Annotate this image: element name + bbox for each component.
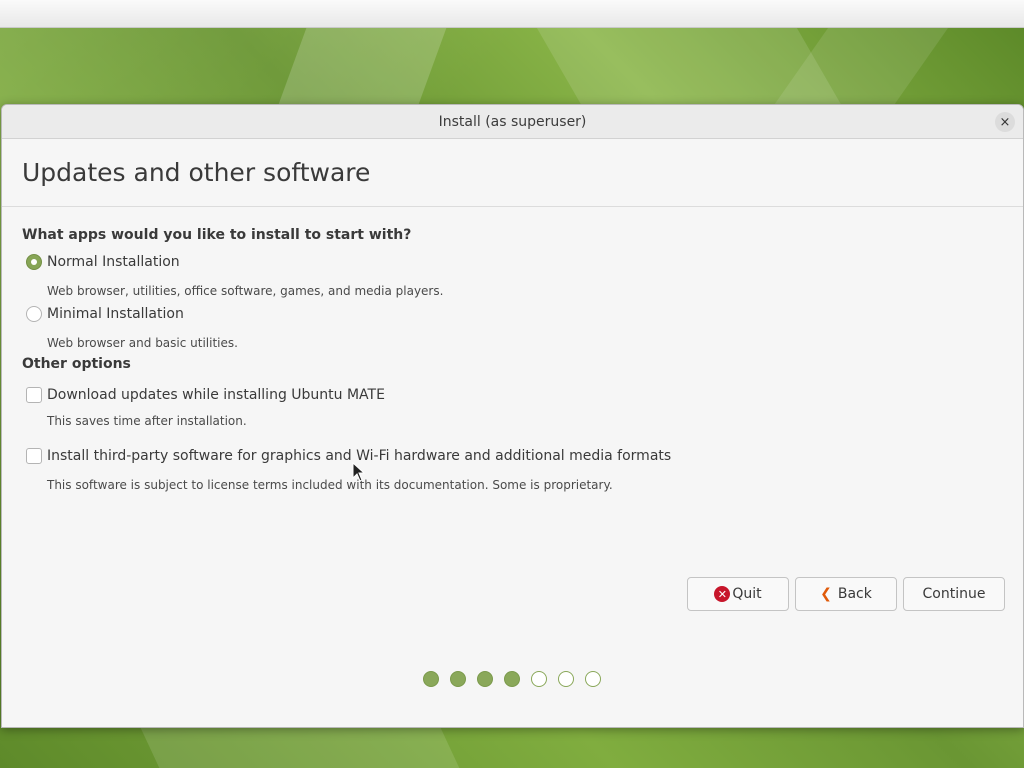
minimal-installation-radio[interactable] (26, 306, 42, 322)
progress-dots (423, 671, 601, 687)
quit-button-label: Quit (732, 586, 762, 602)
wallpaper-shape (140, 728, 460, 768)
back-button-label: Back (837, 586, 872, 602)
close-icon[interactable]: × (995, 112, 1015, 132)
download-updates-option[interactable]: Download updates while installing Ubuntu… (26, 387, 385, 403)
download-updates-checkbox[interactable] (26, 387, 42, 403)
minimal-installation-option[interactable]: Minimal Installation (26, 306, 184, 322)
download-updates-description: This saves time after installation. (47, 414, 247, 428)
top-panel (0, 0, 1024, 28)
progress-step-dot (477, 671, 493, 687)
minimal-installation-label[interactable]: Minimal Installation (47, 306, 184, 322)
download-updates-label[interactable]: Download updates while installing Ubuntu… (47, 387, 385, 403)
quit-icon: ✕ (714, 586, 731, 602)
normal-installation-label[interactable]: Normal Installation (47, 254, 180, 270)
progress-step-dot (531, 671, 547, 687)
mouse-cursor-icon (352, 462, 366, 482)
third-party-software-checkbox[interactable] (26, 448, 42, 464)
normal-installation-radio[interactable] (26, 254, 42, 270)
progress-step-dot (450, 671, 466, 687)
progress-step-dot (585, 671, 601, 687)
installer-window: Install (as superuser) × Updates and oth… (1, 104, 1024, 728)
progress-step-dot (558, 671, 574, 687)
page-title: Updates and other software (22, 158, 371, 187)
quit-button[interactable]: ✕ Quit (687, 577, 789, 611)
window-titlebar[interactable]: Install (as superuser) × (2, 105, 1023, 139)
apps-section-label: What apps would you like to install to s… (22, 227, 412, 243)
third-party-software-option[interactable]: Install third-party software for graphic… (26, 448, 671, 464)
minimal-installation-description: Web browser and basic utilities. (47, 336, 238, 350)
back-button[interactable]: ❮ Back (795, 577, 897, 611)
normal-installation-description: Web browser, utilities, office software,… (47, 284, 444, 298)
back-arrow-icon: ❮ (820, 586, 832, 602)
other-options-label: Other options (22, 356, 131, 372)
continue-button[interactable]: Continue (903, 577, 1005, 611)
progress-step-dot (423, 671, 439, 687)
progress-step-dot (504, 671, 520, 687)
normal-installation-option[interactable]: Normal Installation (26, 254, 180, 270)
continue-button-label: Continue (922, 586, 986, 602)
radio-dot (31, 259, 37, 265)
page-header: Updates and other software (2, 139, 1023, 207)
window-title: Install (as superuser) (438, 113, 587, 130)
third-party-software-description: This software is subject to license term… (47, 478, 613, 492)
